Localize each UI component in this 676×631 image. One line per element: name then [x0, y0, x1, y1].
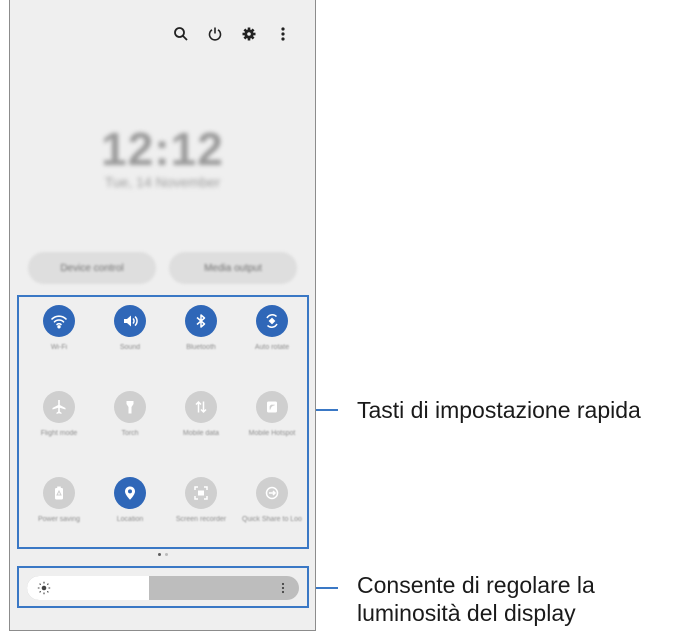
callout-line-brightness: [316, 587, 338, 589]
tile-label: Mobile Hotspot: [248, 430, 296, 437]
tile-label: Quick Share to Loo: [242, 516, 302, 523]
tile-mobile-data[interactable]: Mobile data: [171, 391, 231, 438]
quick-share-icon: [256, 477, 288, 509]
more-vert-icon[interactable]: [276, 581, 290, 600]
tile-wifi[interactable]: Wi-Fi: [29, 305, 89, 352]
tile-label: Bluetooth: [186, 344, 216, 351]
bluetooth-icon: [185, 305, 217, 337]
tile-auto-rotate[interactable]: Auto rotate: [242, 305, 302, 352]
callout-line-quick-settings: [316, 409, 338, 411]
quick-panel-toolbar: [171, 24, 293, 44]
search-icon[interactable]: [171, 24, 191, 44]
brightness-control: [17, 566, 309, 608]
clock: 12:12: [101, 123, 224, 175]
callout-quick-settings: Tasti di impostazione rapida: [357, 397, 641, 423]
tile-quick-share[interactable]: Quick Share to Loo: [242, 477, 302, 524]
tile-flight-mode[interactable]: Flight mode: [29, 391, 89, 438]
callout-brightness-line1: Consente di regolare la: [357, 572, 595, 598]
brightness-slider[interactable]: [27, 576, 299, 600]
device-control-button[interactable]: Device control: [28, 252, 156, 284]
tile-label: Flight mode: [40, 430, 78, 437]
tile-label: Wi-Fi: [50, 344, 68, 351]
tile-label: Mobile data: [182, 430, 220, 437]
gear-icon[interactable]: [239, 24, 259, 44]
tile-power-saving[interactable]: Power saving: [29, 477, 89, 524]
tile-label: Auto rotate: [254, 344, 290, 351]
tile-label: Power saving: [37, 516, 81, 523]
tile-bluetooth[interactable]: Bluetooth: [171, 305, 231, 352]
tile-label: Sound: [119, 344, 141, 351]
sun-icon: [37, 581, 51, 600]
page-indicator: [157, 553, 168, 556]
media-output-button[interactable]: Media output: [169, 252, 297, 284]
page-dot: [164, 553, 168, 556]
more-vert-icon[interactable]: [273, 24, 293, 44]
tile-label: Screen recorder: [175, 516, 227, 523]
tile-torch[interactable]: Torch: [100, 391, 160, 438]
power-saving-icon: [43, 477, 75, 509]
power-icon[interactable]: [205, 24, 225, 44]
flashlight-icon: [114, 391, 146, 423]
callout-brightness-line2: luminosità del display: [357, 600, 576, 626]
mobile-data-icon: [185, 391, 217, 423]
location-icon: [114, 477, 146, 509]
tile-location[interactable]: Location: [100, 477, 160, 524]
tile-sound[interactable]: Sound: [100, 305, 160, 352]
tile-screen-recorder[interactable]: Screen recorder: [171, 477, 231, 524]
auto-rotate-icon: [256, 305, 288, 337]
quick-settings-grid: Wi-Fi Sound Bluetooth Auto rotate Flight…: [17, 295, 309, 549]
page-dot-active: [157, 553, 161, 556]
tile-label: Torch: [121, 430, 139, 437]
screen-recorder-icon: [185, 477, 217, 509]
date: Tue, 14 November: [104, 174, 221, 190]
wifi-icon: [43, 305, 75, 337]
sound-icon: [114, 305, 146, 337]
hotspot-icon: [256, 391, 288, 423]
tile-mobile-hotspot[interactable]: Mobile Hotspot: [242, 391, 302, 438]
quick-panel: 12:12 Tue, 14 November Device control Me…: [9, 0, 316, 631]
tile-label: Location: [116, 516, 144, 523]
airplane-icon: [43, 391, 75, 423]
